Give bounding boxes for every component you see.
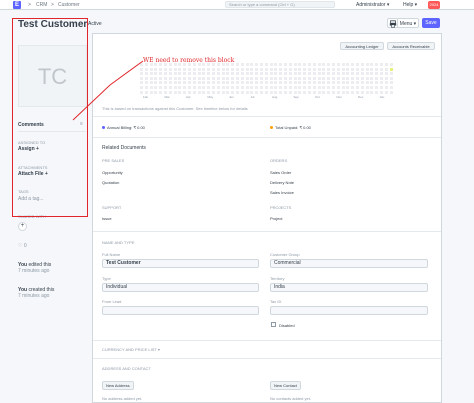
annotation-note: WE need to remove this block (143, 57, 235, 64)
annotation-arrow (72, 60, 144, 121)
